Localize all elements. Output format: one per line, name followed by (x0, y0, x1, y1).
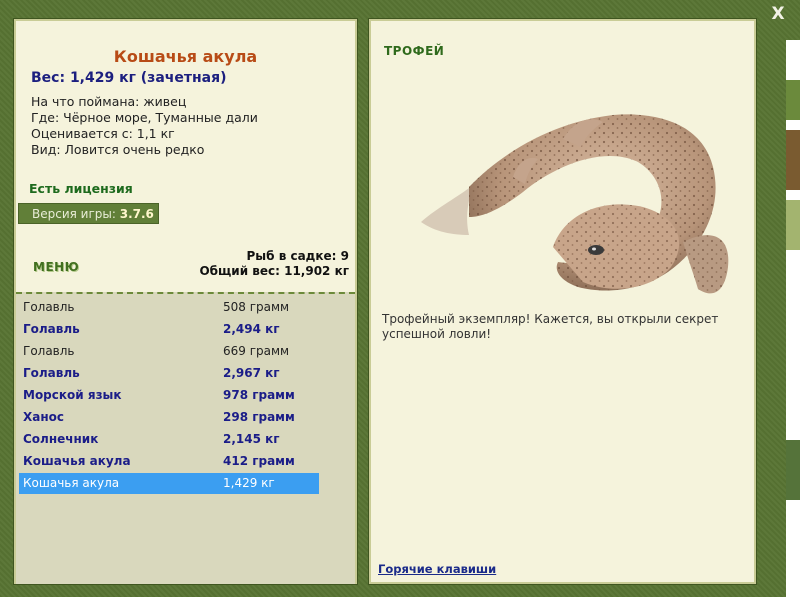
catch-list-row[interactable]: Морской язык 978 грамм (19, 385, 319, 406)
total-weight: Общий вес: 11,902 кг (199, 264, 349, 278)
catch-summary: Рыб в садке: 9 Общий вес: 11,902 кг (199, 249, 349, 279)
bait-info: На что поймана: живец (31, 94, 187, 109)
catch-fish-name: Голавль (23, 344, 75, 358)
catch-list-row[interactable]: Голавль 2,967 кг (19, 363, 319, 384)
catch-list-row[interactable]: Солнечник 2,145 кг (19, 429, 319, 450)
catch-fish-name: Солнечник (23, 432, 99, 446)
game-version: Версия игры: 3.7.6 (18, 203, 159, 224)
catch-fish-weight: 412 грамм (223, 454, 295, 468)
catch-list-row[interactable]: Кошачья акула 1,429 кг (19, 473, 319, 494)
catch-fish-weight: 298 грамм (223, 410, 295, 424)
catch-fish-weight: 2,967 кг (223, 366, 280, 380)
version-label: Версия игры: (32, 207, 116, 221)
fish-count: Рыб в садке: 9 (246, 249, 350, 263)
close-button[interactable]: X (767, 3, 789, 25)
catch-fish-weight: 2,494 кг (223, 322, 280, 336)
catch-fish-name: Голавль (23, 300, 75, 314)
fish-weight: Вес: 1,429 кг (зачетная) (31, 70, 227, 86)
trophy-panel: ТРОФЕЙ Трофейный экземпляр! Кажется, вы … (369, 19, 756, 584)
catch-fish-weight: 508 грамм (223, 300, 290, 314)
catch-fish-weight: 2,145 кг (223, 432, 280, 446)
rarity-info: Вид: Ловится очень редко (31, 142, 205, 157)
catch-list-row[interactable]: Ханос 298 грамм (19, 407, 319, 428)
license-status: Есть лицензия (29, 181, 133, 196)
background-page-strip (786, 40, 800, 597)
price-info: Оценивается с: 1,1 кг (31, 126, 175, 141)
catch-fish-weight: 1,429 кг (223, 476, 275, 490)
hotkeys-link[interactable]: Горячие клавиши (378, 562, 496, 576)
catch-list: Голавль 508 грамм Голавль 2,494 кг Голавль 66… (16, 292, 355, 584)
catch-list-row[interactable]: Кошачья акула 412 грамм (19, 451, 319, 472)
catch-fish-name: Голавль (23, 322, 80, 336)
catch-fish-name: Кошачья акула (23, 454, 131, 468)
location-info: Где: Чёрное море, Туманные дали (31, 110, 258, 125)
shark-image (421, 114, 729, 294)
catch-fish-name: Ханос (23, 410, 64, 424)
fish-info-panel: Кошачья акула Вес: 1,429 кг (зачетная) Н… (14, 19, 357, 584)
fish-title: Кошачья акула (113, 47, 258, 66)
catch-list-row[interactable]: Голавль 508 грамм (19, 297, 319, 318)
catch-fish-name: Морской язык (23, 388, 122, 402)
catch-fish-name: Голавль (23, 366, 80, 380)
catch-fish-weight: 669 грамм (223, 344, 290, 358)
catch-fish-weight: 978 грамм (223, 388, 295, 402)
trophy-message: Трофейный экземпляр! Кажется, вы открыли… (382, 312, 719, 341)
catch-list-row[interactable]: Голавль 669 грамм (19, 341, 319, 362)
menu-button[interactable]: МЕНЮ (33, 260, 79, 274)
catch-list-row[interactable]: Голавль 2,494 кг (19, 319, 319, 340)
version-value: 3.7.6 (119, 207, 154, 221)
trophy-label: ТРОФЕЙ (384, 44, 445, 58)
catch-fish-name: Кошачья акула (23, 476, 120, 490)
